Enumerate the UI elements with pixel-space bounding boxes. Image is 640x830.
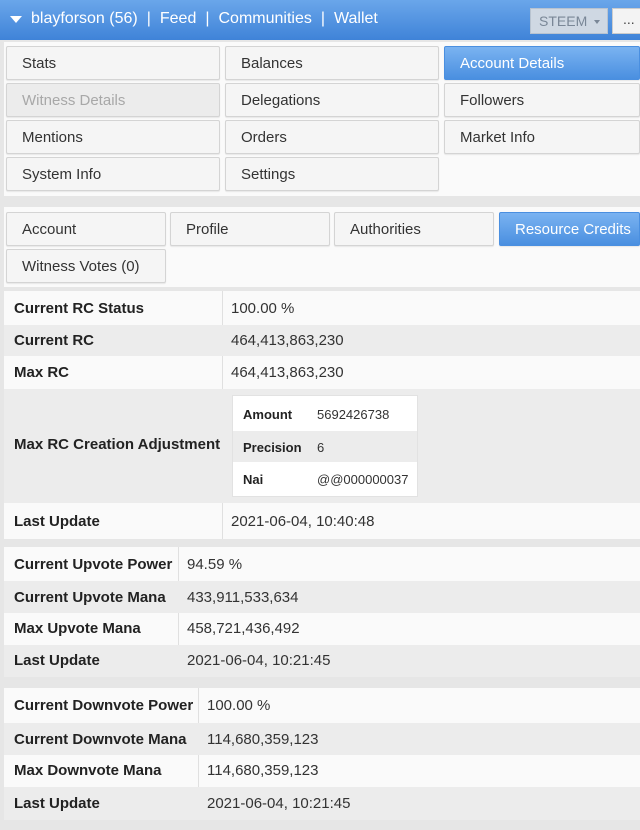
row-value: 114,680,359,123 [207, 762, 319, 779]
tab-witness-votes[interactable]: Witness Votes (0) [6, 249, 166, 283]
tab-resource-credits[interactable]: Resource Credits [499, 212, 640, 246]
row-value: 464,413,863,230 [231, 364, 344, 381]
menu-orders[interactable]: Orders [225, 120, 439, 154]
row-label: Max RC [14, 364, 70, 381]
row-label: Max Downvote Mana [14, 762, 162, 779]
chain-select[interactable]: STEEM [530, 8, 608, 34]
row-label: Last Update [14, 795, 100, 812]
nested-label: Precision [243, 440, 302, 455]
menu-mentions[interactable]: Mentions [6, 120, 220, 154]
row-value: 458,721,436,492 [187, 620, 300, 637]
row-value: 433,911,533,634 [187, 589, 299, 606]
table-row: Current RC Status 100.00 % [4, 291, 640, 325]
menu-stats[interactable]: Stats [6, 46, 220, 80]
account-link[interactable]: blayforson (56) [31, 10, 138, 27]
nested-row: Amount 5692426738 [233, 398, 417, 429]
nav-separator: | [146, 10, 151, 27]
row-value: 94.59 % [187, 556, 243, 573]
upvote-table: Current Upvote Power 94.59 % Current Upv… [4, 547, 640, 677]
menu-delegations[interactable]: Delegations [225, 83, 439, 117]
row-value: 2021-06-04, 10:21:45 [207, 795, 351, 812]
table-row: Max Downvote Mana 114,680,359,123 [4, 755, 640, 787]
table-row: Current Upvote Power 94.59 % [4, 547, 640, 581]
table-row: Current Downvote Mana 114,680,359,123 [4, 723, 640, 755]
row-value: 2021-06-04, 10:40:48 [231, 513, 375, 530]
more-button[interactable]: ... [612, 8, 640, 34]
menu-balances[interactable]: Balances [225, 46, 439, 80]
table-row: Last Update 2021-06-04, 10:40:48 [4, 503, 640, 539]
nested-value: 6 [317, 440, 325, 455]
row-value: 100.00 % [207, 697, 271, 714]
row-label: Max RC Creation Adjustment [14, 436, 221, 453]
nested-table: Amount 5692426738 Precision 6 Nai @@0000… [232, 395, 418, 497]
row-value: 464,413,863,230 [231, 332, 344, 349]
menu-market-info[interactable]: Market Info [444, 120, 640, 154]
table-row: Current RC 464,413,863,230 [4, 325, 640, 356]
tab-profile[interactable]: Profile [170, 212, 330, 246]
chain-select-value: STEEM [539, 13, 588, 29]
tab-authorities[interactable]: Authorities [334, 212, 494, 246]
nav-separator: | [320, 10, 326, 27]
row-label: Last Update [14, 513, 100, 530]
row-value: 2021-06-04, 10:21:45 [187, 652, 331, 669]
row-label: Current Upvote Mana [14, 589, 166, 606]
table-row: Current Downvote Power 100.00 % [4, 688, 640, 723]
row-label: Current Downvote Mana [14, 731, 187, 748]
rc-table: Current RC Status 100.00 % Current RC 46… [4, 291, 640, 539]
nav-wallet-link[interactable]: Wallet [334, 10, 378, 27]
tab-account[interactable]: Account [6, 212, 166, 246]
nested-row: Precision 6 [233, 431, 417, 462]
nav-feed-link[interactable]: Feed [160, 10, 196, 27]
row-label: Last Update [14, 652, 100, 669]
nested-value: @@000000037 [317, 472, 409, 487]
dropdown-caret-icon[interactable] [10, 16, 22, 23]
menu-account-details[interactable]: Account Details [444, 46, 640, 80]
menu-system-info[interactable]: System Info [6, 157, 220, 191]
top-nav-bar: blayforson (56) | Feed | Communities | Wallet … [0, 0, 640, 40]
row-label: Current Downvote Power [14, 697, 194, 714]
nav-links: blayforson (56) | Feed | Communities | Wallet [31, 10, 378, 28]
nested-label: Nai [243, 472, 264, 487]
menu-settings[interactable]: Settings [225, 157, 439, 191]
menu-followers[interactable]: Followers [444, 83, 640, 117]
table-row: Last Update 2021-06-04, 10:21:45 [4, 645, 640, 677]
row-label: Current Upvote Power [14, 556, 173, 573]
nested-value: 5692426738 [317, 407, 390, 422]
menu-witness-details[interactable]: Witness Details [6, 83, 220, 117]
downvote-table: Current Downvote Power 100.00 % Current … [4, 688, 640, 820]
table-row: Last Update 2021-06-04, 10:21:45 [4, 787, 640, 820]
table-row: Max RC Creation Adjustment Amount 569242… [4, 389, 640, 503]
nested-row: Nai @@000000037 [233, 463, 417, 494]
table-row: Current Upvote Mana 433,911,533,634 [4, 581, 640, 613]
nav-communities-link[interactable]: Communities [219, 10, 312, 27]
chevron-down-icon [594, 20, 600, 24]
nested-label: Amount [243, 407, 293, 422]
row-label: Current RC Status [14, 300, 145, 317]
row-label: Current RC [14, 332, 95, 349]
table-row: Max RC 464,413,863,230 [4, 356, 640, 389]
row-value: 114,680,359,123 [207, 731, 319, 748]
table-row: Max Upvote Mana 458,721,436,492 [4, 613, 640, 645]
nav-separator: | [205, 10, 210, 27]
row-value: 100.00 % [231, 300, 295, 317]
row-label: Max Upvote Mana [14, 620, 141, 637]
